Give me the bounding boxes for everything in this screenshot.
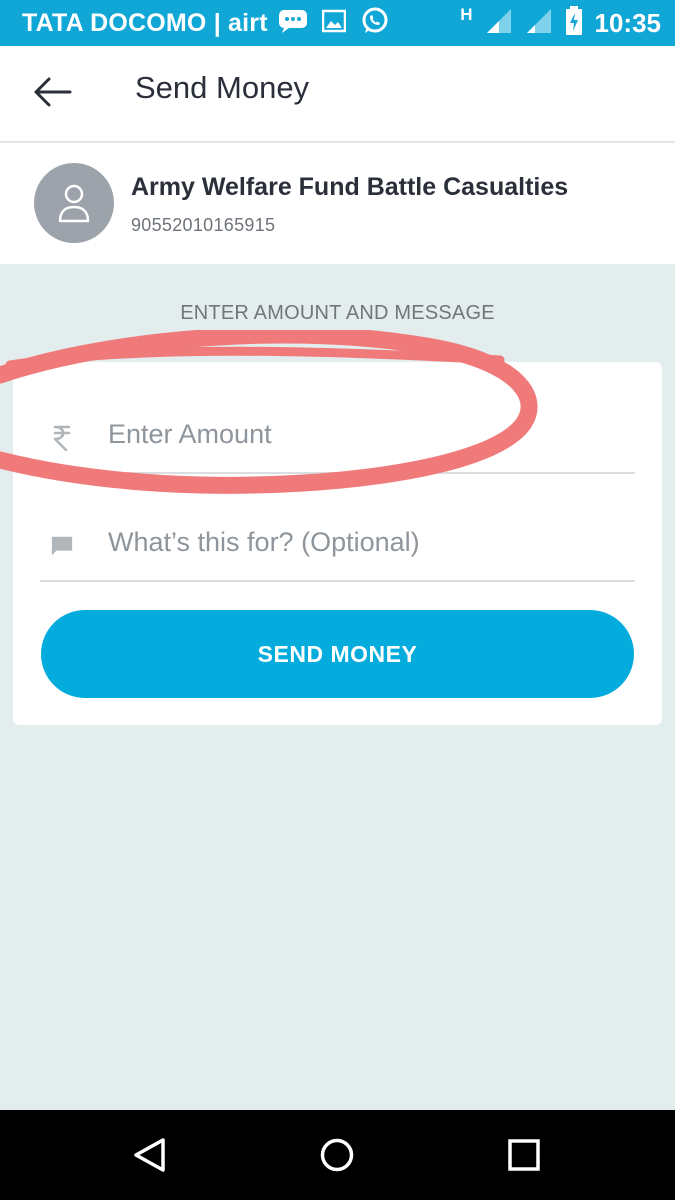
status-bar: TATA DOCOMO | airt H 10:35: [0, 0, 675, 46]
navigation-bar: [0, 1110, 675, 1200]
app-bar: Send Money: [0, 46, 675, 142]
home-circle-icon: [320, 1138, 354, 1172]
carrier-name: TATA DOCOMO | airt: [22, 8, 268, 37]
payee-name: Army Welfare Fund Battle Casualties: [131, 173, 569, 201]
amount-field: [40, 362, 635, 474]
clock: 10:35: [594, 7, 662, 38]
page-title: Send Money: [135, 70, 310, 105]
nav-back-button[interactable]: [120, 1132, 180, 1178]
signal-icon: [485, 8, 513, 39]
send-money-button[interactable]: SEND MONEY: [41, 610, 634, 698]
nav-recents-button[interactable]: [494, 1132, 554, 1178]
payee-card: Army Welfare Fund Battle Casualties 9055…: [0, 143, 675, 264]
nav-home-button[interactable]: [307, 1132, 367, 1178]
back-button[interactable]: [28, 72, 76, 112]
network-type: H: [460, 5, 473, 24]
avatar: [34, 163, 114, 243]
battery-charging-icon: [565, 5, 583, 41]
gallery-icon: [321, 9, 347, 38]
chat-bubble-icon: [50, 532, 74, 560]
back-triangle-icon: [134, 1138, 165, 1172]
notification-icons: [278, 6, 390, 41]
amount-input[interactable]: [108, 412, 628, 456]
whatsapp-icon: [360, 6, 390, 41]
payment-form-card: SEND MONEY: [13, 362, 662, 725]
recents-square-icon: [508, 1139, 540, 1171]
message-field: [40, 470, 635, 582]
arrow-left-icon: [34, 77, 72, 107]
signal-icon: [525, 8, 553, 39]
system-status: H 10:35: [460, 5, 662, 41]
message-input[interactable]: [108, 520, 628, 564]
person-icon: [58, 184, 90, 223]
section-label: ENTER AMOUNT AND MESSAGE: [180, 302, 495, 324]
payee-account-number: 90552010165915: [131, 215, 276, 235]
message-icon: [278, 9, 308, 38]
rupee-icon: [50, 424, 74, 452]
